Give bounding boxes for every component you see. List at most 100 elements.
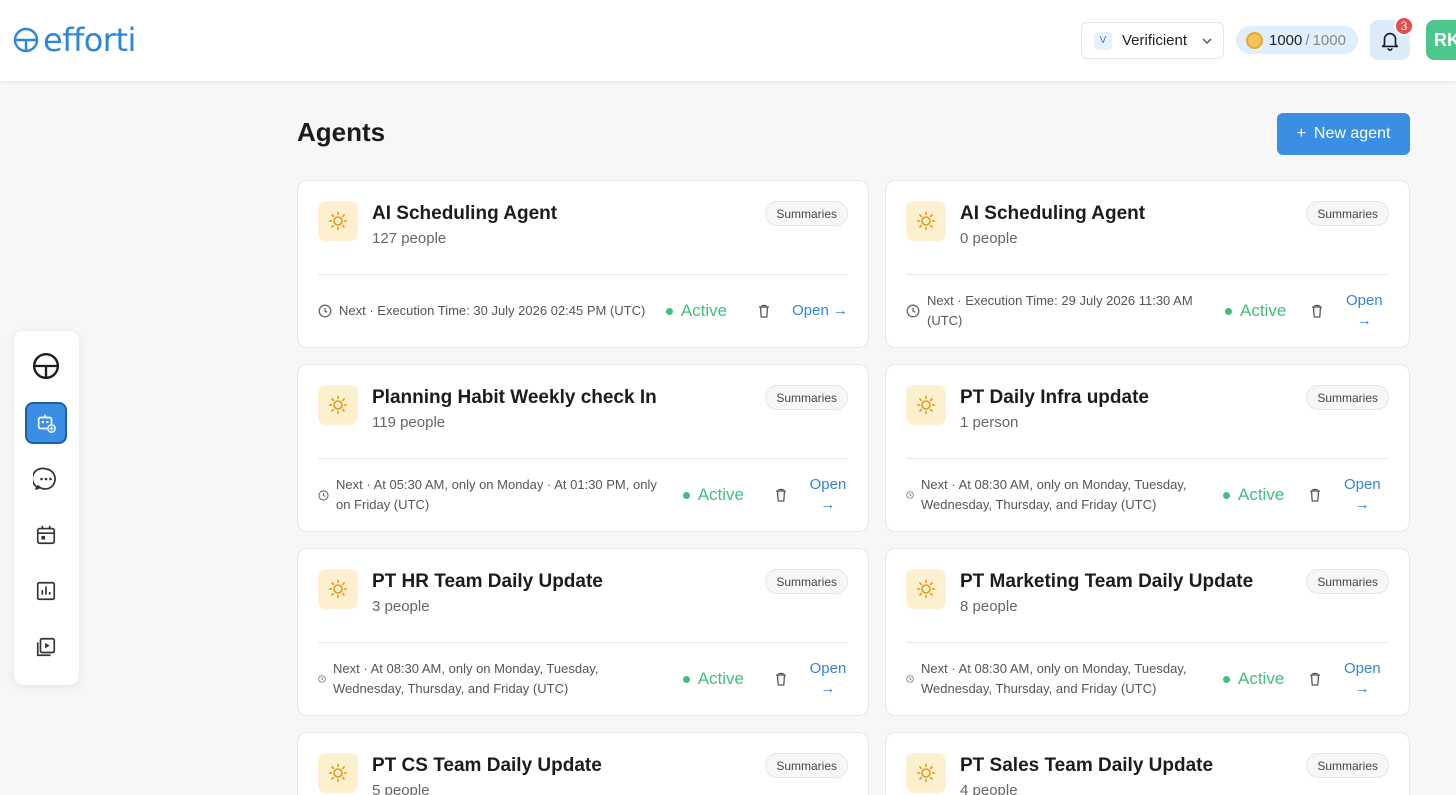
status-badge: Active <box>665 301 728 321</box>
new-agent-button[interactable]: + New agent <box>1277 113 1410 155</box>
agent-title[interactable]: AI Scheduling Agent <box>960 203 1145 225</box>
summaries-button[interactable]: Summaries <box>1306 569 1389 594</box>
agent-people-count: 8 people <box>960 598 1018 615</box>
summaries-button[interactable]: Summaries <box>765 201 848 226</box>
sun-icon <box>328 763 348 783</box>
agent-card[interactable]: AI Scheduling Agent 127 people Summaries… <box>297 180 869 348</box>
arrow-right-icon: → <box>820 680 836 697</box>
summaries-button[interactable]: Summaries <box>1306 201 1389 226</box>
video-library-icon <box>36 637 56 657</box>
agent-people-count: 1 person <box>960 414 1019 431</box>
credits-separator: / <box>1305 31 1310 49</box>
notification-count-badge: 3 <box>1394 16 1414 36</box>
agent-card[interactable]: PT CS Team Daily Update 5 people Summari… <box>297 732 869 795</box>
agent-card[interactable]: PT HR Team Daily Update 3 people Summari… <box>297 548 869 716</box>
delete-button[interactable] <box>1306 486 1324 504</box>
clock-icon <box>318 304 332 318</box>
chevron-down-icon <box>1202 37 1212 44</box>
agent-card[interactable]: PT Sales Team Daily Update 4 people Summ… <box>885 732 1410 795</box>
clock-icon <box>318 489 329 501</box>
delete-button[interactable] <box>772 486 790 504</box>
summaries-button[interactable]: Summaries <box>765 753 848 778</box>
sidebar <box>14 331 79 685</box>
status-badge: Active <box>1223 485 1284 505</box>
agent-card[interactable]: PT Daily Infra update 1 person Summaries… <box>885 364 1410 532</box>
summaries-button[interactable]: Summaries <box>765 385 848 410</box>
agent-avatar <box>318 569 358 609</box>
agent-card[interactable]: PT Marketing Team Daily Update 8 people … <box>885 548 1410 716</box>
status-badge: Active <box>682 669 744 689</box>
summaries-button[interactable]: Summaries <box>765 569 848 594</box>
clock-icon <box>318 675 326 683</box>
open-agent-link[interactable]: Open → <box>808 659 848 699</box>
delete-button[interactable] <box>1306 670 1324 688</box>
efforti-logo[interactable]: efforti <box>13 24 136 56</box>
trash-icon <box>1310 488 1321 502</box>
clock-icon <box>906 675 914 683</box>
user-avatar[interactable]: RK <box>1426 20 1456 60</box>
coin-icon <box>1246 31 1263 49</box>
open-label: Open <box>809 476 847 493</box>
bar-chart-icon <box>36 581 56 601</box>
agent-title[interactable]: AI Scheduling Agent <box>372 203 557 225</box>
clock-icon <box>906 304 920 318</box>
trash-icon <box>776 672 786 686</box>
status-label: Active <box>1238 485 1285 504</box>
logo-icon <box>32 352 60 380</box>
sidebar-item-calendar[interactable] <box>25 514 67 556</box>
status-dot <box>665 307 673 315</box>
next-execution-text: Next · Execution Time: 30 July 2026 02:4… <box>339 303 646 318</box>
clock-icon <box>906 491 914 499</box>
arrow-right-icon: → <box>833 302 848 319</box>
open-label: Open <box>809 660 847 677</box>
summaries-button[interactable]: Summaries <box>1306 385 1389 410</box>
delete-button[interactable] <box>1308 302 1326 320</box>
sidebar-item-media[interactable] <box>25 626 67 668</box>
sun-icon <box>916 395 936 415</box>
agent-people-count: 3 people <box>372 598 430 615</box>
open-agent-link[interactable]: Open → <box>808 475 848 515</box>
org-badge: V <box>1094 31 1112 50</box>
sidebar-item-chat[interactable] <box>25 458 67 500</box>
status-label: Active <box>697 669 744 688</box>
open-agent-link[interactable]: Open → <box>1342 475 1382 515</box>
agent-card[interactable]: Planning Habit Weekly check In 119 peopl… <box>297 364 869 532</box>
agent-title[interactable]: PT Sales Team Daily Update <box>960 755 1213 777</box>
status-label: Active <box>1238 669 1285 688</box>
arrow-right-icon: → <box>1354 680 1370 697</box>
chat-icon <box>33 467 56 490</box>
status-label: Active <box>680 301 728 320</box>
agent-avatar <box>906 569 946 609</box>
summaries-button[interactable]: Summaries <box>1306 753 1389 778</box>
calendar-icon <box>36 525 56 545</box>
sun-icon <box>328 395 348 415</box>
next-execution-text: Next · Execution Time: 29 July 2026 11:3… <box>927 293 1193 328</box>
open-agent-link[interactable]: Open → <box>1344 291 1384 331</box>
agent-title[interactable]: Planning Habit Weekly check In <box>372 387 657 409</box>
agent-title[interactable]: PT Daily Infra update <box>960 387 1149 409</box>
org-name: Verificient <box>1122 32 1188 49</box>
open-label: Open <box>792 302 829 319</box>
open-agent-link[interactable]: Open → <box>1342 659 1382 699</box>
sidebar-item-logo[interactable] <box>25 345 67 387</box>
sidebar-item-reports[interactable] <box>25 570 67 612</box>
delete-button[interactable] <box>755 302 773 320</box>
agent-title[interactable]: PT Marketing Team Daily Update <box>960 571 1253 593</box>
sun-icon <box>916 211 936 231</box>
card-footer: Next · At 05:30 AM, only on Monday · At … <box>318 459 848 531</box>
delete-button[interactable] <box>772 670 790 688</box>
card-footer: Next · At 08:30 AM, only on Monday, Tues… <box>906 643 1389 715</box>
status-dot <box>682 491 690 499</box>
sun-icon <box>916 579 936 599</box>
agent-card[interactable]: AI Scheduling Agent 0 people Summaries N… <box>885 180 1410 348</box>
trash-icon <box>759 304 770 318</box>
open-agent-link[interactable]: Open → <box>792 301 848 321</box>
sidebar-item-agents[interactable] <box>25 402 67 444</box>
agent-title[interactable]: PT HR Team Daily Update <box>372 571 603 593</box>
arrow-right-icon: → <box>1356 312 1372 329</box>
agent-title[interactable]: PT CS Team Daily Update <box>372 755 602 777</box>
credits-badge[interactable]: 1000 / 1000 <box>1236 26 1358 54</box>
agent-people-count: 4 people <box>960 782 1018 795</box>
organization-select[interactable]: V Verificient <box>1081 22 1224 59</box>
robot-icon <box>37 414 56 433</box>
